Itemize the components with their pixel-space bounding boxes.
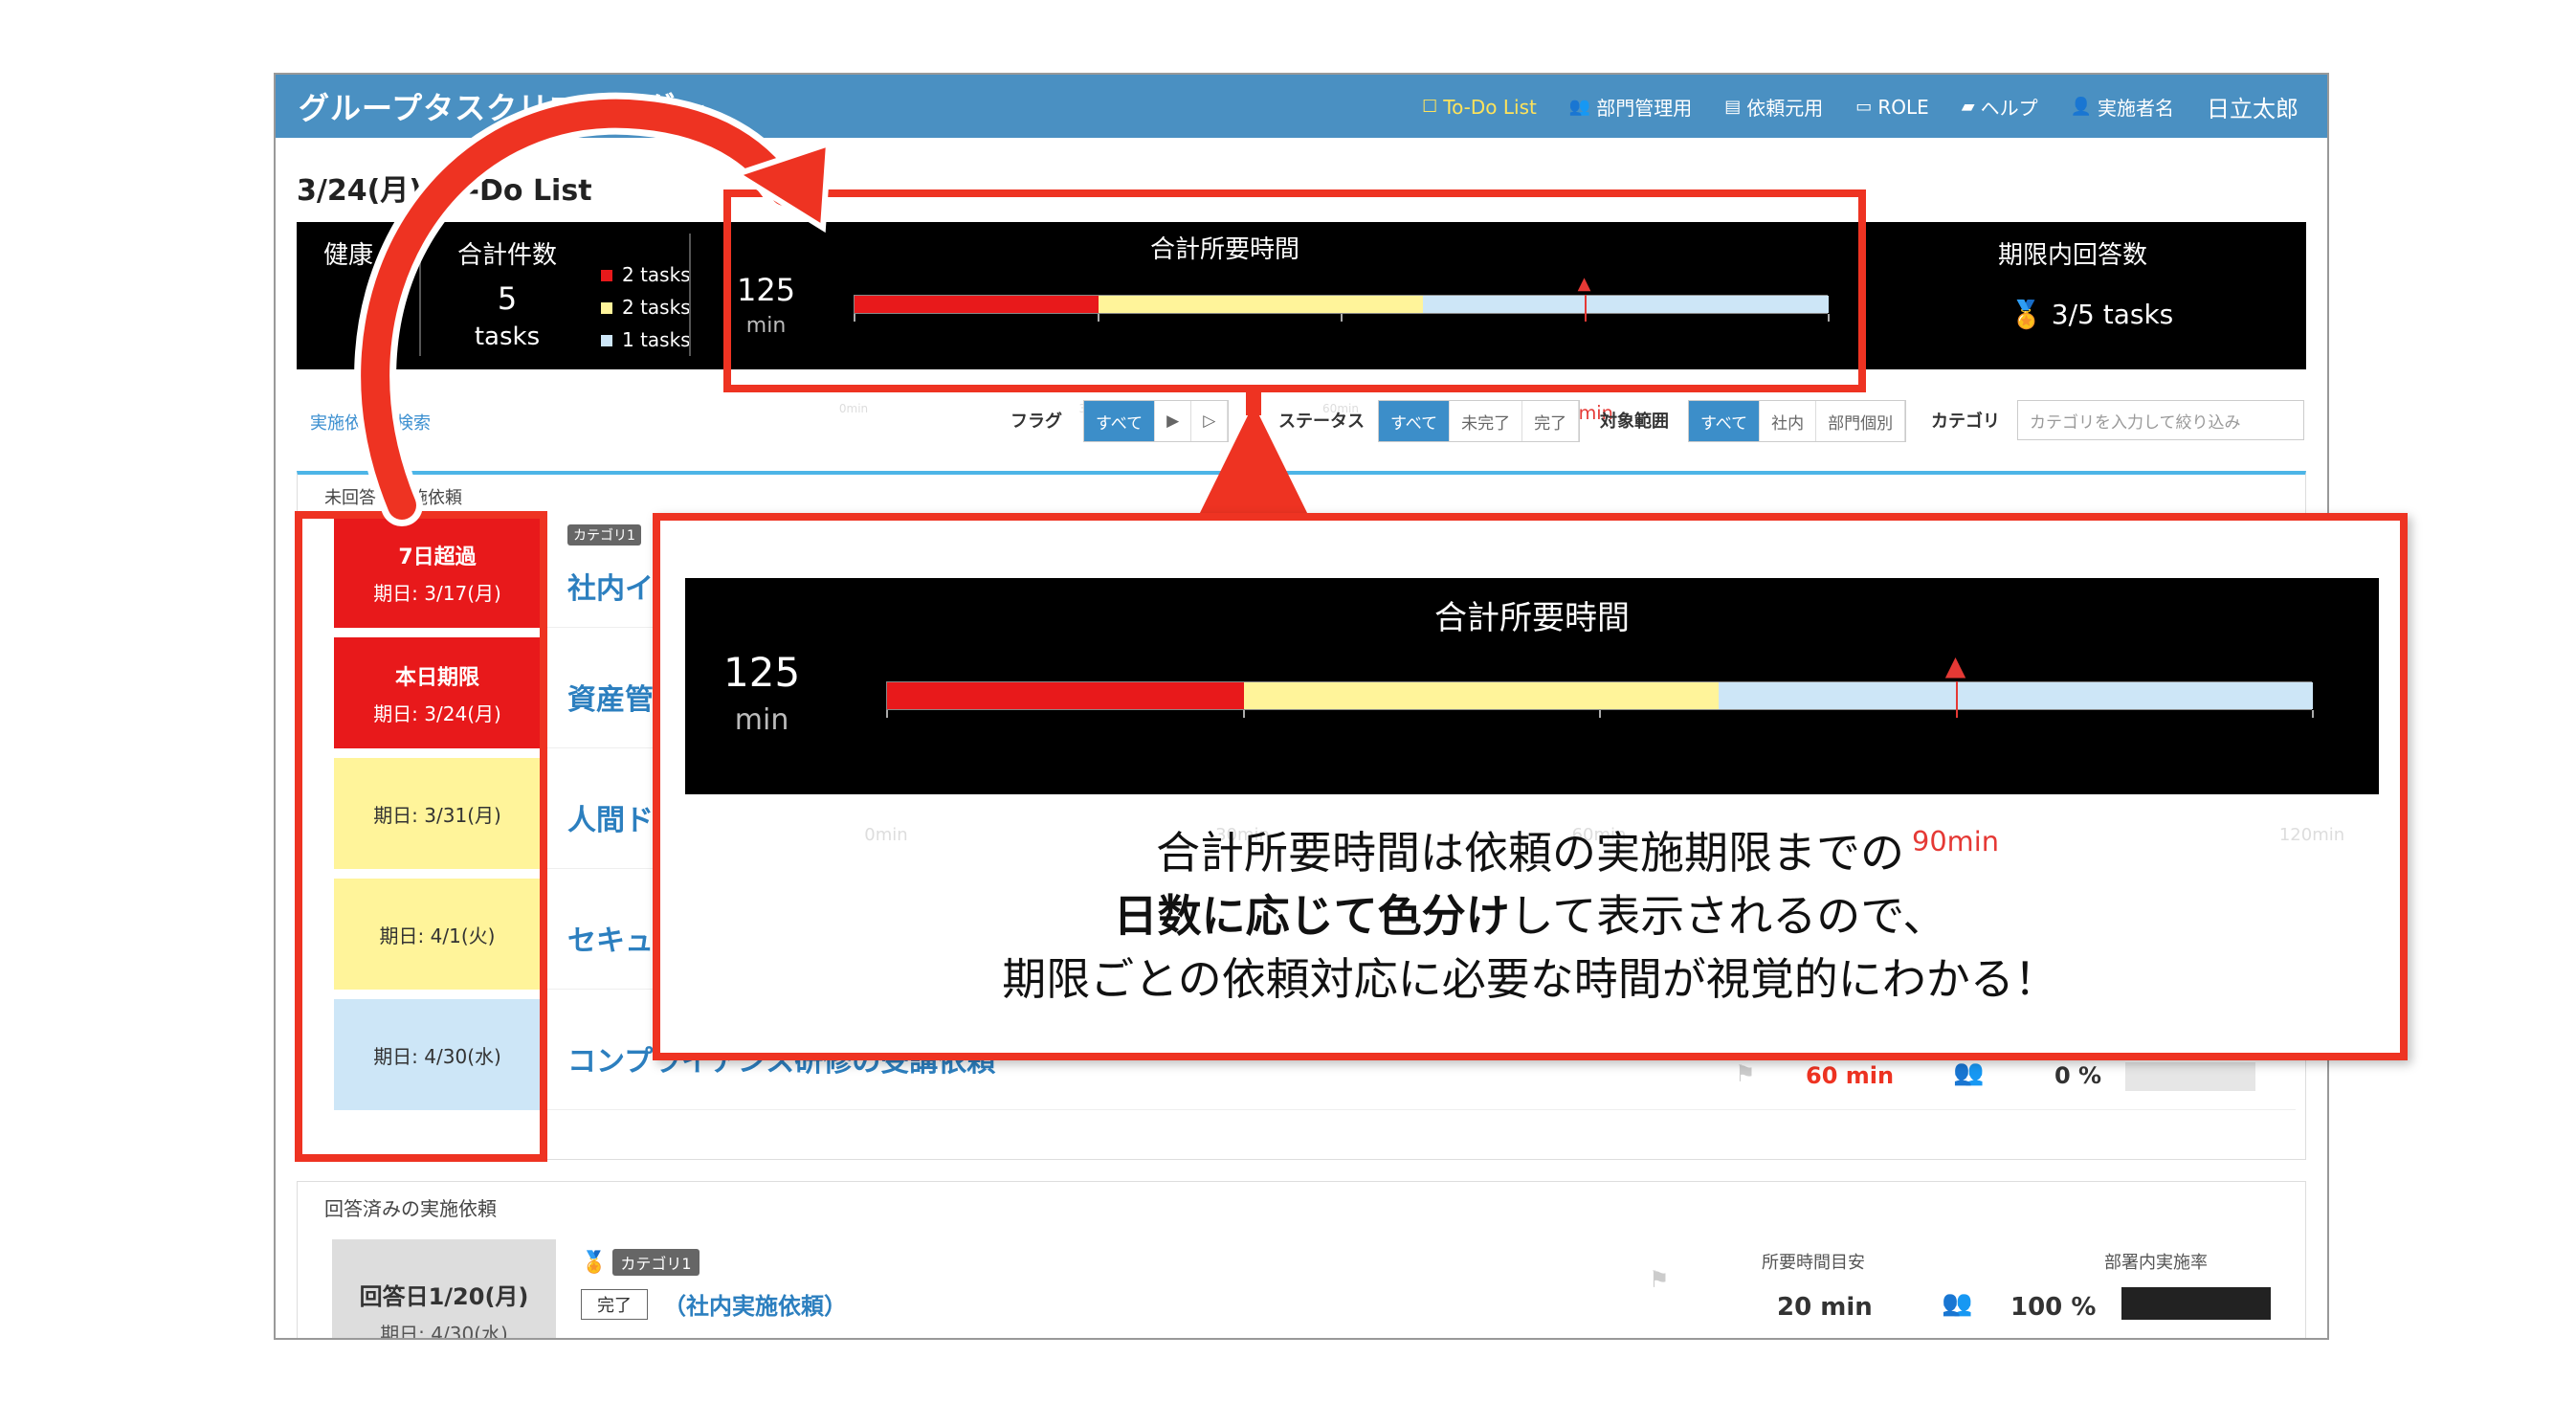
callout-line-2-bold: 日数に応じて色分け xyxy=(1113,890,1510,942)
callout-total-unit: min xyxy=(734,703,789,737)
time-bar-segment xyxy=(1243,682,1720,709)
time-bar-segment xyxy=(1719,682,2313,709)
callout-line-3: 期限ごとの依頼対応に必要な時間が視覚的にわかる！ xyxy=(1002,953,2058,1005)
callout-line-2: 日数に応じて色分けして表示されるので、 xyxy=(660,884,2400,947)
warning-line xyxy=(1955,681,1958,718)
callout-time-panel: 合計所要時間 125 min 0min 30min 60min 90min ▲ 120mi… xyxy=(685,578,2379,857)
tick-mark xyxy=(1242,710,1245,718)
callout-line-1: 合計所要時間は依頼の実施期限までの xyxy=(1156,827,1904,879)
tick-mark xyxy=(886,710,888,718)
callout-box: 合計所要時間 125 min 0min 30min 60min 90min ▲ 120mi… xyxy=(653,513,2408,1060)
tick-mark xyxy=(2312,710,2314,718)
callout-total: 125 min xyxy=(723,649,800,737)
callout-total-value: 125 xyxy=(723,649,801,696)
callout-title: 合計所要時間 xyxy=(1434,599,1630,637)
callout-text: 合計所要時間は依頼の実施期限までの 日数に応じて色分けして表示されるので、 期限… xyxy=(660,821,2400,1011)
warning-triangle-icon: ▲ xyxy=(1944,650,1966,681)
callout-line-2-rest: して表示されるので、 xyxy=(1509,890,1947,942)
time-bar-segment xyxy=(887,682,1244,709)
tick-mark xyxy=(1599,710,1601,718)
time-bar-track xyxy=(886,681,2313,710)
